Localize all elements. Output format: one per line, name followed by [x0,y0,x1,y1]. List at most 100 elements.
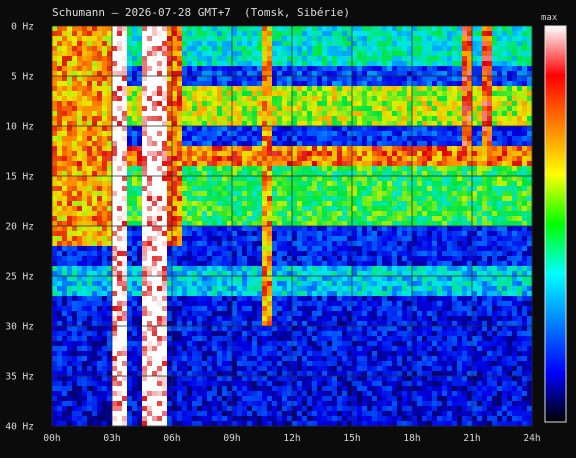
heatmap-cell [222,66,228,72]
heatmap-cell [102,31,108,37]
heatmap-cell [237,336,243,342]
heatmap-cell [197,301,203,307]
heatmap-cell [127,66,133,72]
heatmap-cell [302,201,308,207]
heatmap-cell [322,126,328,132]
heatmap-cell [342,381,348,387]
heatmap-cell [137,236,143,242]
heatmap-cell [262,291,268,297]
heatmap-cell [77,56,83,62]
heatmap-cell [222,356,228,362]
heatmap-cell [327,91,333,97]
heatmap-cell [267,286,273,292]
heatmap-cell [52,351,58,357]
heatmap-cell [342,136,348,142]
heatmap-cell [172,346,178,352]
heatmap-cell [137,356,143,362]
heatmap-cell [302,206,308,212]
heatmap-cell [187,281,193,287]
heatmap-cell [267,216,273,222]
heatmap-cell [97,291,103,297]
heatmap-cell [192,341,198,347]
heatmap-cell [162,236,168,242]
heatmap-cell [97,306,103,312]
heatmap-cell [127,301,133,307]
heatmap-cell [352,326,358,332]
heatmap-cell [237,51,243,57]
heatmap-cell [182,336,188,342]
heatmap-cell [177,206,183,212]
heatmap-cell [232,101,238,107]
heatmap-cell [82,56,88,62]
heatmap-cell [117,151,123,157]
heatmap-cell [187,366,193,372]
heatmap-cell [332,211,338,217]
heatmap-cell [237,196,243,202]
heatmap-cell [77,36,83,42]
heatmap-cell [272,316,278,322]
heatmap-cell [342,201,348,207]
heatmap-cell [72,401,78,407]
heatmap-cell [362,91,368,97]
heatmap-cell [222,201,228,207]
heatmap-cell [302,296,308,302]
heatmap-cell [207,361,213,367]
heatmap-cell [147,86,153,92]
heatmap-cell [272,401,278,407]
heatmap-cell [192,391,198,397]
heatmap-cell [262,276,268,282]
heatmap-cell [217,306,223,312]
heatmap-cell [337,276,343,282]
heatmap-cell [352,131,358,137]
heatmap-cell [127,226,133,232]
heatmap-cell [267,381,273,387]
heatmap-cell [247,201,253,207]
heatmap-cell [322,236,328,242]
heatmap-cell [312,361,318,367]
heatmap-cell [237,116,243,122]
heatmap-cell [282,286,288,292]
heatmap-cell [237,261,243,267]
heatmap-cell [182,136,188,142]
heatmap-cell [257,306,263,312]
heatmap-cell [142,131,148,137]
heatmap-cell [222,26,228,32]
heatmap-cell [187,76,193,82]
heatmap-cell [222,316,228,322]
heatmap-cell [112,236,118,242]
heatmap-cell [222,406,228,412]
heatmap-cell [137,111,143,117]
heatmap-cell [187,416,193,422]
heatmap-cell [362,116,368,122]
heatmap-cell [262,126,268,132]
heatmap-cell [77,111,83,117]
heatmap-cell [52,281,58,287]
heatmap-cell [132,81,138,87]
heatmap-cell [317,346,323,352]
heatmap-cell [207,341,213,347]
heatmap-cell [267,336,273,342]
heatmap-cell [222,331,228,337]
heatmap-cell [237,256,243,262]
heatmap-cell [82,401,88,407]
heatmap-cell [157,281,163,287]
heatmap-cell [292,86,298,92]
heatmap-cell [187,91,193,97]
heatmap-cell [277,76,283,82]
heatmap-cell [277,301,283,307]
heatmap-cell [112,211,118,217]
heatmap-cell [322,116,328,122]
heatmap-cell [142,256,148,262]
heatmap-cell [262,336,268,342]
heatmap-cell [207,261,213,267]
heatmap-cell [82,211,88,217]
heatmap-cell [97,341,103,347]
heatmap-cell [262,351,268,357]
heatmap-cell [142,391,148,397]
heatmap-cell [217,361,223,367]
heatmap-cell [202,216,208,222]
heatmap-cell [292,316,298,322]
heatmap-cell [317,186,323,192]
heatmap-cell [352,91,358,97]
heatmap-cell [232,251,238,257]
